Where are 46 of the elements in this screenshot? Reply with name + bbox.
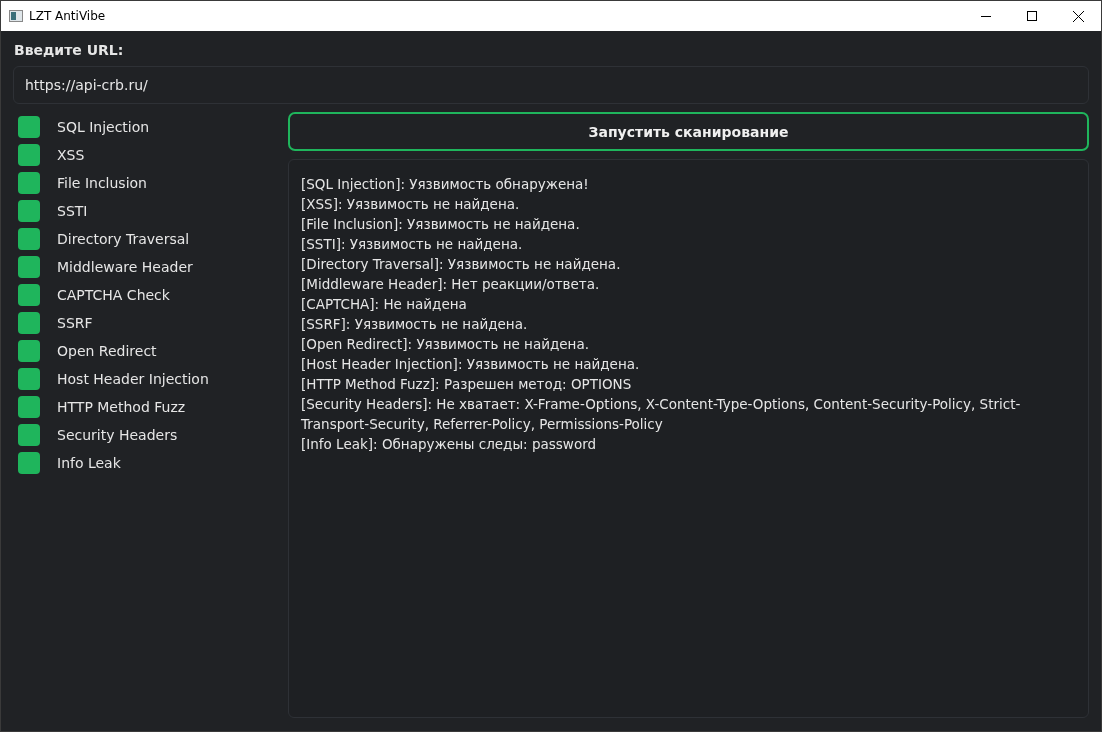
checkbox[interactable] <box>18 228 40 250</box>
log-line: [Security Headers]: Не хватает: X-Frame-Options, X-Content-Type-Options, Content-Security-Policy, Strict-Transport-Security, Referrer-Policy, Permissions-Policy <box>301 395 1022 434</box>
log-line: [Info Leak]: Обнаружены следы: password <box>301 435 598 454</box>
checkbox-label: SSTI <box>57 203 88 219</box>
log-line: [Middleware Header]: Нет реакции/ответа. <box>301 275 601 294</box>
log-line: [Open Redirect]: Уязвимость не найдена. <box>301 335 590 354</box>
log-line: [File Inclusion]: Уязвимость не найдена. <box>301 215 581 234</box>
checkbox-label: Security Headers <box>57 427 178 443</box>
checkbox-label: Info Leak <box>57 455 121 471</box>
checkbox-label: CAPTCHA Check <box>57 287 170 303</box>
checkbox[interactable] <box>18 172 40 194</box>
maximize-icon <box>1027 11 1037 21</box>
checkbox[interactable] <box>18 144 40 166</box>
start-scan-button[interactable]: Запустить сканирование <box>288 112 1089 151</box>
checkbox[interactable] <box>18 452 40 474</box>
log-line: [XSS]: Уязвимость не найдена. <box>301 195 521 214</box>
log-line: [SSRF]: Уязвимость не найдена. <box>301 315 529 334</box>
log-line: [CAPTCHA]: Не найдена <box>301 295 468 314</box>
checkbox[interactable] <box>18 312 40 334</box>
log-line: [HTTP Method Fuzz]: Разрешен метод: OPTIONS <box>301 375 633 394</box>
url-field[interactable]: https://api-crb.ru/ <box>13 66 1089 104</box>
log-line: [SQL Injection]: Уязвимость обнаружена! <box>301 175 590 194</box>
checkbox[interactable] <box>18 200 40 222</box>
checkbox-label: Directory Traversal <box>57 231 190 247</box>
url-label: Введите URL: <box>14 42 125 58</box>
log-line: [Directory Traversal]: Уязвимость не найдена. <box>301 255 622 274</box>
log-line: [Host Header Injection]: Уязвимость не найдена. <box>301 355 641 374</box>
checkbox-label: Host Header Injection <box>57 371 209 387</box>
checkbox-label: SSRF <box>57 315 93 331</box>
checkbox[interactable] <box>18 116 40 138</box>
log-line: [SSTI]: Уязвимость не найдена. <box>301 235 524 254</box>
checkbox-label: Open Redirect <box>57 343 157 359</box>
checkbox-label: Middleware Header <box>57 259 193 275</box>
checkbox[interactable] <box>18 396 40 418</box>
checkbox-label: HTTP Method Fuzz <box>57 399 186 415</box>
checkbox[interactable] <box>18 284 40 306</box>
checkbox-label: XSS <box>57 147 85 163</box>
close-icon <box>1072 10 1084 22</box>
app-icon <box>9 10 23 22</box>
checkbox-label: SQL Injection <box>57 119 150 135</box>
window-title: LZT AntiVibe <box>29 9 107 23</box>
checkbox[interactable] <box>18 368 40 390</box>
checkbox[interactable] <box>18 340 40 362</box>
checkbox-label: File Inclusion <box>57 175 147 191</box>
checkbox[interactable] <box>18 256 40 278</box>
checkbox[interactable] <box>18 424 40 446</box>
